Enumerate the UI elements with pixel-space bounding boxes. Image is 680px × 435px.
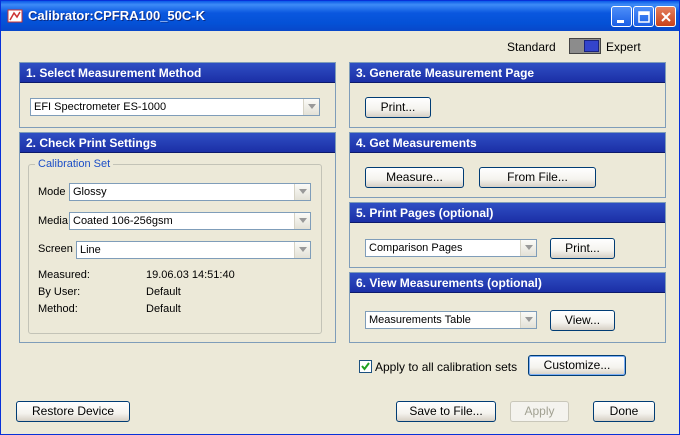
calibrator-window: Calibrator:CPFRA100_50C-K Standard Exper… [0,0,680,435]
measurement-method-value: EFI Spectrometer ES-1000 [34,101,167,113]
measured-label: Measured: [38,269,90,281]
standard-mode-label: Standard [507,40,556,54]
from-file-button[interactable]: From File... [479,167,596,188]
section-generate-page: 3. Generate Measurement Page Print... [349,62,666,128]
view-type-value: Measurements Table [369,314,471,326]
measurement-method-select[interactable]: EFI Spectrometer ES-1000 [30,98,320,116]
close-button[interactable] [655,6,676,27]
checkmark-icon [361,362,370,371]
screen-select[interactable]: Line [76,241,311,259]
minimize-button[interactable] [611,6,632,27]
print-pages-select[interactable]: Comparison Pages [365,239,537,257]
dropdown-arrow-icon [520,312,536,328]
method-label: Method: [38,303,78,315]
section3-header: 3. Generate Measurement Page [350,63,665,83]
section1-header: 1. Select Measurement Method [20,63,335,83]
measured-value: 19.06.03 14:51:40 [146,269,235,281]
save-to-file-button[interactable]: Save to File... [396,401,496,422]
print-pages-button[interactable]: Print... [550,238,615,259]
section4-header: 4. Get Measurements [350,133,665,153]
mode-select[interactable]: Glossy [69,183,311,201]
section-measurement-method: 1. Select Measurement Method EFI Spectro… [19,62,336,128]
section-view-measurements: 6. View Measurements (optional) Measurem… [349,272,666,343]
restore-device-button[interactable]: Restore Device [16,401,130,422]
calibrator-app-icon [7,8,23,24]
window-title: Calibrator:CPFRA100_50C-K [28,8,205,23]
mode-value: Glossy [73,186,107,198]
apply-all-label: Apply to all calibration sets [375,360,518,374]
expert-mode-label: Expert [606,40,641,54]
measure-button[interactable]: Measure... [365,167,464,188]
method-value: Default [146,303,181,315]
section5-header: 5. Print Pages (optional) [350,203,665,223]
print-measurement-page-button[interactable]: Print... [365,97,431,118]
apply-button[interactable]: Apply [510,401,569,422]
media-select[interactable]: Coated 106-256gsm [69,212,311,230]
screen-label: Screen [38,243,73,255]
by-user-value: Default [146,286,181,298]
minimize-icon [617,20,624,23]
calibration-set-group: Calibration Set Mode Glossy Media Coated… [28,158,322,334]
dropdown-arrow-icon [303,99,319,115]
view-type-select[interactable]: Measurements Table [365,311,537,329]
print-pages-value: Comparison Pages [369,242,463,254]
section-get-measurements: 4. Get Measurements Measure... From File… [349,132,666,198]
dropdown-arrow-icon [520,240,536,256]
mode-toggle[interactable] [569,38,601,54]
section-print-pages: 5. Print Pages (optional) Comparison Pag… [349,202,666,268]
title-bar[interactable]: Calibrator:CPFRA100_50C-K [1,1,679,31]
done-button[interactable]: Done [593,401,655,422]
customize-button[interactable]: Customize... [528,355,626,376]
media-value: Coated 106-256gsm [73,215,173,227]
dialog-content: Standard Expert 1. Select Measurement Me… [4,31,676,432]
view-button[interactable]: View... [550,310,615,331]
section6-header: 6. View Measurements (optional) [350,273,665,293]
dropdown-arrow-icon [294,242,310,258]
section2-header: 2. Check Print Settings [20,133,335,153]
mode-label: Mode [38,186,66,198]
dropdown-arrow-icon [294,184,310,200]
apply-all-checkbox[interactable] [359,360,372,373]
close-icon [661,12,671,22]
calibration-set-title: Calibration Set [35,158,114,170]
maximize-icon [638,11,650,23]
media-label: Media [38,215,68,227]
maximize-button[interactable] [633,6,654,27]
screen-value: Line [80,244,101,256]
dropdown-arrow-icon [294,213,310,229]
by-user-label: By User: [38,286,81,298]
toggle-knob [584,40,599,52]
section-print-settings: 2. Check Print Settings Calibration Set … [19,132,336,343]
